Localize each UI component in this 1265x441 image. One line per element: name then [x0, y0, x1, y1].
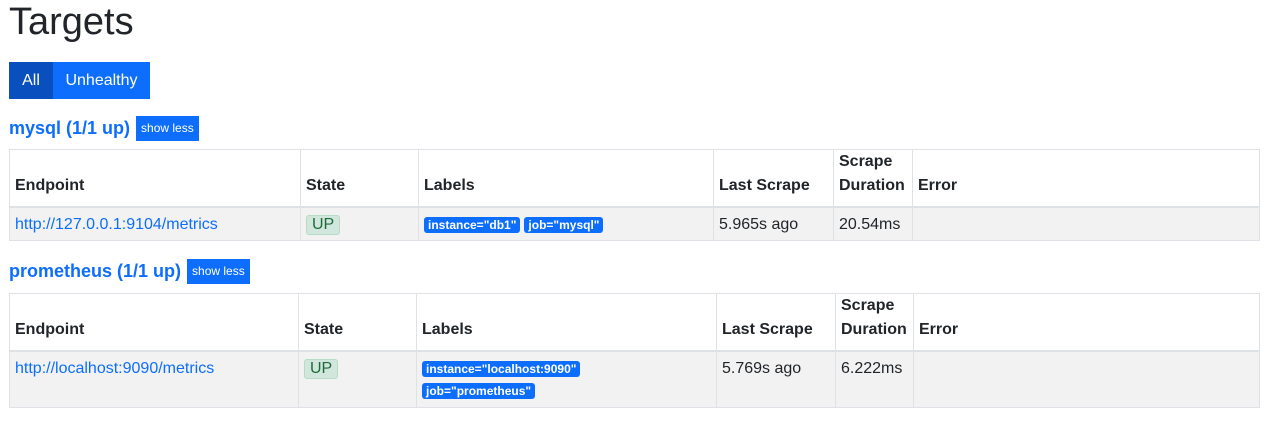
targets-table: Endpoint State Labels Last Scrape Scrape…: [9, 149, 1260, 241]
column-header-endpoint: Endpoint: [9, 149, 301, 208]
labels-cell: instance="db1" job="mysql": [418, 206, 714, 241]
table-header-row: Endpoint State Labels Last Scrape Scrape…: [9, 149, 1260, 208]
column-header-error: Error: [912, 149, 1260, 208]
scrape-duration-cell: 6.222ms: [835, 350, 914, 408]
column-header-state: State: [298, 293, 417, 352]
status-badge: UP: [306, 215, 341, 235]
column-header-scrape-duration: Scrape Duration: [835, 293, 914, 352]
targets-table: Endpoint State Labels Last Scrape Scrape…: [9, 293, 1260, 408]
state-cell: UP: [298, 350, 417, 408]
column-header-state: State: [300, 149, 419, 208]
table-row: http://127.0.0.1:9104/metrics UP instanc…: [9, 206, 1260, 241]
column-header-labels: Labels: [418, 149, 714, 208]
header-line: Duration: [841, 321, 907, 338]
label-badge: instance="db1": [424, 217, 521, 233]
column-header-last-scrape: Last Scrape: [713, 149, 834, 208]
column-header-last-scrape: Last Scrape: [716, 293, 836, 352]
endpoint-cell: http://127.0.0.1:9104/metrics: [9, 206, 301, 241]
error-cell: [913, 350, 1260, 408]
column-header-scrape-duration: Scrape Duration: [833, 149, 913, 208]
labels-cell: instance="localhost:9090" job="prometheus…: [416, 350, 717, 408]
scrape-duration-cell: 20.54ms: [833, 206, 913, 241]
label-badge: job="mysql": [524, 217, 604, 233]
header-line: Scrape: [839, 153, 893, 170]
endpoint-link[interactable]: http://localhost:9090/metrics: [15, 360, 214, 377]
show-less-button[interactable]: show less: [187, 258, 250, 284]
table-row: http://localhost:9090/metrics UP instanc…: [9, 350, 1260, 408]
filter-unhealthy-button[interactable]: Unhealthy: [53, 62, 150, 99]
table-header-row: Endpoint State Labels Last Scrape Scrape…: [9, 293, 1260, 352]
last-scrape-cell: 5.965s ago: [713, 206, 834, 241]
filter-all-button[interactable]: All: [9, 62, 53, 99]
label-badge: job="prometheus": [422, 383, 536, 399]
pool-title-link[interactable]: prometheus (1/1 up): [9, 261, 181, 282]
label-badge: instance="localhost:9090": [422, 361, 581, 377]
pool-section-prometheus: prometheus (1/1 up) show less Endpoint S…: [9, 258, 1260, 408]
error-cell: [912, 206, 1260, 241]
last-scrape-cell: 5.769s ago: [716, 350, 836, 408]
pool-header: prometheus (1/1 up) show less: [9, 258, 1259, 284]
column-header-endpoint: Endpoint: [9, 293, 299, 352]
page-title: Targets: [9, 1, 134, 43]
pool-header: mysql (1/1 up) show less: [9, 115, 1259, 141]
pool-title-link[interactable]: mysql (1/1 up): [9, 118, 130, 139]
endpoint-cell: http://localhost:9090/metrics: [9, 350, 299, 408]
filter-button-group: All Unhealthy: [9, 62, 150, 99]
column-header-labels: Labels: [416, 293, 717, 352]
column-header-error: Error: [913, 293, 1260, 352]
pool-section-mysql: mysql (1/1 up) show less Endpoint State …: [9, 115, 1260, 241]
status-badge: UP: [304, 359, 339, 379]
endpoint-link[interactable]: http://127.0.0.1:9104/metrics: [15, 216, 218, 233]
show-less-button[interactable]: show less: [136, 115, 199, 141]
state-cell: UP: [300, 206, 419, 241]
header-line: Scrape: [841, 297, 895, 314]
header-line: Duration: [839, 177, 905, 194]
